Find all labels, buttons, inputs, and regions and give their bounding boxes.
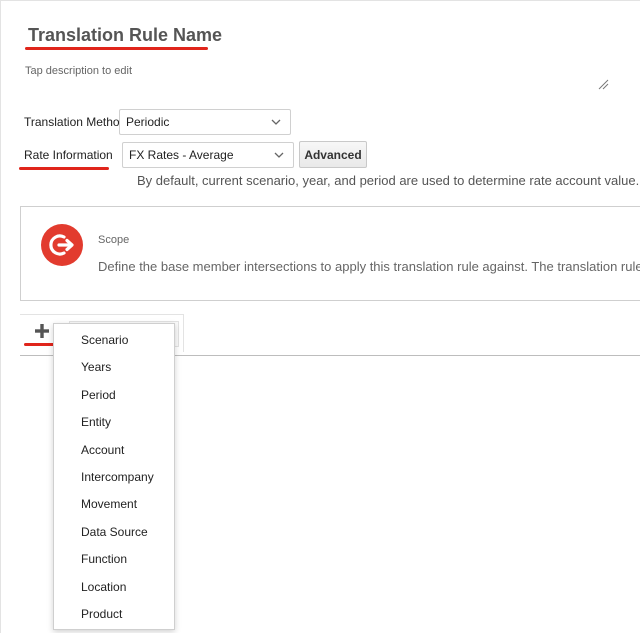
menu-item-period[interactable]: Period — [54, 382, 174, 409]
translation-method-value: Periodic — [126, 115, 170, 129]
advanced-button[interactable]: Advanced — [299, 141, 367, 168]
menu-item-scenario[interactable]: Scenario — [54, 327, 174, 354]
menu-item-location[interactable]: Location — [54, 574, 174, 601]
menu-item-years[interactable]: Years — [54, 354, 174, 381]
rate-information-label: Rate Information — [24, 148, 113, 162]
description-field[interactable]: Tap description to edit — [25, 65, 132, 77]
scope-panel: Scope Define the base member intersectio… — [20, 206, 640, 301]
plus-icon[interactable] — [34, 323, 50, 339]
menu-item-entity[interactable]: Entity — [54, 409, 174, 436]
menu-item-intercompany[interactable]: Intercompany — [54, 464, 174, 491]
translation-method-select[interactable]: Periodic — [119, 109, 291, 135]
rate-information-select[interactable]: FX Rates - Average — [122, 142, 294, 168]
title-highlight — [25, 47, 208, 50]
scope-description: Define the base member intersections to … — [98, 259, 640, 274]
chevron-down-icon — [274, 152, 284, 158]
rule-editor: Translation Rule Name Tap description to… — [0, 0, 640, 633]
rate-information-value: FX Rates - Average — [129, 148, 234, 162]
menu-item-data-source[interactable]: Data Source — [54, 519, 174, 546]
translation-method-label: Translation Method — [24, 115, 127, 129]
chevron-down-icon — [271, 119, 281, 125]
menu-item-movement[interactable]: Movement — [54, 491, 174, 518]
dimension-dropdown-menu: Scenario Years Period Entity Account Int… — [53, 323, 175, 630]
rate-information-note: By default, current scenario, year, and … — [137, 173, 640, 188]
resize-grip-icon[interactable] — [597, 78, 609, 90]
rate-information-highlight — [19, 167, 109, 170]
menu-item-product[interactable]: Product — [54, 601, 174, 628]
scope-icon — [41, 224, 83, 266]
menu-item-account[interactable]: Account — [54, 437, 174, 464]
menu-item-function[interactable]: Function — [54, 546, 174, 573]
scope-title: Scope — [98, 234, 130, 246]
rule-name-title[interactable]: Translation Rule Name — [28, 25, 222, 46]
